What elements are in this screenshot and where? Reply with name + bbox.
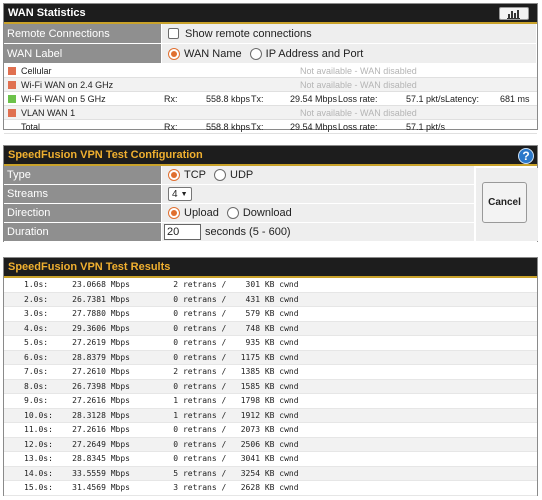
status-indicator bbox=[8, 94, 16, 103]
chevron-down-icon: ▼ bbox=[180, 190, 188, 198]
duration-input[interactable]: 20 bbox=[164, 224, 201, 240]
tcp-radio[interactable] bbox=[168, 169, 180, 181]
streams-select[interactable]: 4 ▼ bbox=[168, 187, 192, 201]
streams-label: Streams bbox=[4, 185, 161, 203]
rx-label: Rx: bbox=[164, 121, 178, 132]
result-row: 4.0s: 29.3606 Mbps 0 retrans / 748 KB cw… bbox=[4, 321, 537, 336]
wan-status-table: Cellular Not available - WAN disabled Wi… bbox=[4, 64, 537, 134]
show-remote-checkbox[interactable] bbox=[168, 28, 179, 39]
wan-label-row: WAN Label WAN Name IP Address and Port bbox=[4, 44, 537, 64]
wan-statistics-header: WAN Statistics bbox=[4, 4, 537, 24]
rx-value: 558.8 kbps bbox=[206, 93, 251, 104]
rx-value: 558.8 kbps bbox=[206, 121, 251, 132]
test-config-header: SpeedFusion VPN Test Configuration ? bbox=[4, 146, 537, 166]
test-config-panel: SpeedFusion VPN Test Configuration ? Typ… bbox=[3, 145, 538, 242]
bar-chart-icon[interactable] bbox=[499, 7, 529, 20]
latency-label: Latency: bbox=[445, 93, 480, 104]
result-row: 9.0s: 27.2616 Mbps 1 retrans / 1798 KB c… bbox=[4, 394, 537, 409]
result-row: 11.0s: 27.2616 Mbps 0 retrans / 2073 KB … bbox=[4, 423, 537, 438]
download-option: Download bbox=[242, 207, 292, 219]
ip-port-option: IP Address and Port bbox=[265, 47, 364, 60]
wan-row-cellular: Cellular Not available - WAN disabled bbox=[4, 64, 537, 78]
cancel-button[interactable]: Cancel bbox=[482, 182, 527, 223]
status-indicator bbox=[8, 108, 16, 117]
results-list: 1.0s: 23.0668 Mbps 2 retrans / 301 KB cw… bbox=[4, 278, 537, 496]
duration-row: Duration 20 seconds (5 - 600) bbox=[4, 223, 537, 242]
test-results-title: SpeedFusion VPN Test Results bbox=[8, 261, 171, 273]
test-config-title: SpeedFusion VPN Test Configuration bbox=[8, 149, 203, 161]
duration-hint: seconds (5 - 600) bbox=[205, 226, 291, 238]
loss-label: Loss rate: bbox=[338, 93, 378, 104]
download-radio[interactable] bbox=[226, 207, 239, 219]
wan-statistics-panel: WAN Statistics Remote Connections Show r… bbox=[3, 3, 538, 134]
loss-value: 57.1 pkt/s bbox=[406, 121, 446, 132]
wan-row-wifi-24: Wi-Fi WAN on 2.4 GHz Not available - WAN… bbox=[4, 78, 537, 92]
remote-connections-row: Remote Connections Show remote connectio… bbox=[4, 24, 537, 44]
wan-name-option: WAN Name bbox=[184, 47, 242, 60]
tx-value: 29.54 Mbps bbox=[290, 93, 338, 104]
status-indicator bbox=[8, 80, 16, 89]
tx-label: Tx: bbox=[251, 121, 264, 132]
wan-name: Wi-Fi WAN on 5 GHz bbox=[21, 93, 106, 104]
result-row: 8.0s: 26.7398 Mbps 0 retrans / 1585 KB c… bbox=[4, 379, 537, 394]
wan-name-radio[interactable] bbox=[168, 47, 180, 60]
upload-radio[interactable] bbox=[168, 207, 180, 219]
streams-value: 4 bbox=[172, 188, 178, 200]
show-remote-label: Show remote connections bbox=[185, 27, 312, 40]
type-label: Type bbox=[4, 166, 161, 184]
direction-row: Direction Upload Download bbox=[4, 204, 537, 223]
result-row: 5.0s: 27.2619 Mbps 0 retrans / 935 KB cw… bbox=[4, 336, 537, 351]
duration-label: Duration bbox=[4, 223, 161, 241]
udp-option: UDP bbox=[230, 169, 254, 181]
rx-label: Rx: bbox=[164, 93, 178, 104]
wan-row-total: Total Rx: 558.8 kbps Tx: 29.54 Mbps Loss… bbox=[4, 120, 537, 134]
direction-label: Direction bbox=[4, 204, 161, 222]
wan-name: Wi-Fi WAN on 2.4 GHz bbox=[21, 79, 114, 90]
loss-label: Loss rate: bbox=[338, 121, 378, 132]
test-results-header: SpeedFusion VPN Test Results bbox=[4, 258, 537, 278]
result-row: 3.0s: 27.7880 Mbps 0 retrans / 579 KB cw… bbox=[4, 307, 537, 322]
status-indicator bbox=[8, 66, 16, 75]
result-row: 10.0s: 28.3128 Mbps 1 retrans / 1912 KB … bbox=[4, 408, 537, 423]
wan-name: Total bbox=[21, 121, 41, 132]
result-row: 14.0s: 33.5559 Mbps 5 retrans / 3254 KB … bbox=[4, 466, 537, 481]
result-row: 12.0s: 27.2649 Mbps 0 retrans / 2506 KB … bbox=[4, 437, 537, 452]
streams-row: Streams 4 ▼ bbox=[4, 185, 537, 204]
udp-radio[interactable] bbox=[214, 169, 226, 181]
loss-value: 57.1 pkt/s bbox=[406, 93, 446, 104]
remote-connections-label: Remote Connections bbox=[4, 24, 161, 43]
result-row: 7.0s: 27.2610 Mbps 2 retrans / 1385 KB c… bbox=[4, 365, 537, 380]
help-icon[interactable]: ? bbox=[518, 148, 534, 164]
wan-row-vlan: VLAN WAN 1 Not available - WAN disabled bbox=[4, 106, 537, 120]
tx-label: Tx: bbox=[251, 93, 264, 104]
result-row: 6.0s: 28.8379 Mbps 0 retrans / 1175 KB c… bbox=[4, 350, 537, 365]
wan-statistics-title: WAN Statistics bbox=[8, 7, 86, 19]
wan-name: Cellular bbox=[21, 65, 52, 76]
wan-status-text: Not available - WAN disabled bbox=[300, 65, 417, 76]
type-row: Type TCP UDP bbox=[4, 166, 537, 185]
result-row: 1.0s: 23.0668 Mbps 2 retrans / 301 KB cw… bbox=[4, 278, 537, 293]
wan-row-wifi-5: Wi-Fi WAN on 5 GHz Rx: 558.8 kbps Tx: 29… bbox=[4, 92, 537, 106]
upload-option: Upload bbox=[184, 207, 219, 219]
result-row: 2.0s: 26.7381 Mbps 0 retrans / 431 KB cw… bbox=[4, 292, 537, 307]
wan-label-label: WAN Label bbox=[4, 44, 161, 63]
result-row: 13.0s: 28.8345 Mbps 0 retrans / 3041 KB … bbox=[4, 452, 537, 467]
ip-port-radio[interactable] bbox=[249, 47, 262, 60]
result-row: 15.0s: 31.4569 Mbps 3 retrans / 2628 KB … bbox=[4, 481, 537, 496]
wan-status-text: Not available - WAN disabled bbox=[300, 107, 417, 118]
tcp-option: TCP bbox=[184, 169, 206, 181]
latency-value: 681 ms bbox=[500, 93, 530, 104]
wan-status-text: Not available - WAN disabled bbox=[300, 79, 417, 90]
wan-name: VLAN WAN 1 bbox=[21, 107, 76, 118]
tx-value: 29.54 Mbps bbox=[290, 121, 338, 132]
test-results-panel: SpeedFusion VPN Test Results 1.0s: 23.06… bbox=[3, 257, 538, 496]
